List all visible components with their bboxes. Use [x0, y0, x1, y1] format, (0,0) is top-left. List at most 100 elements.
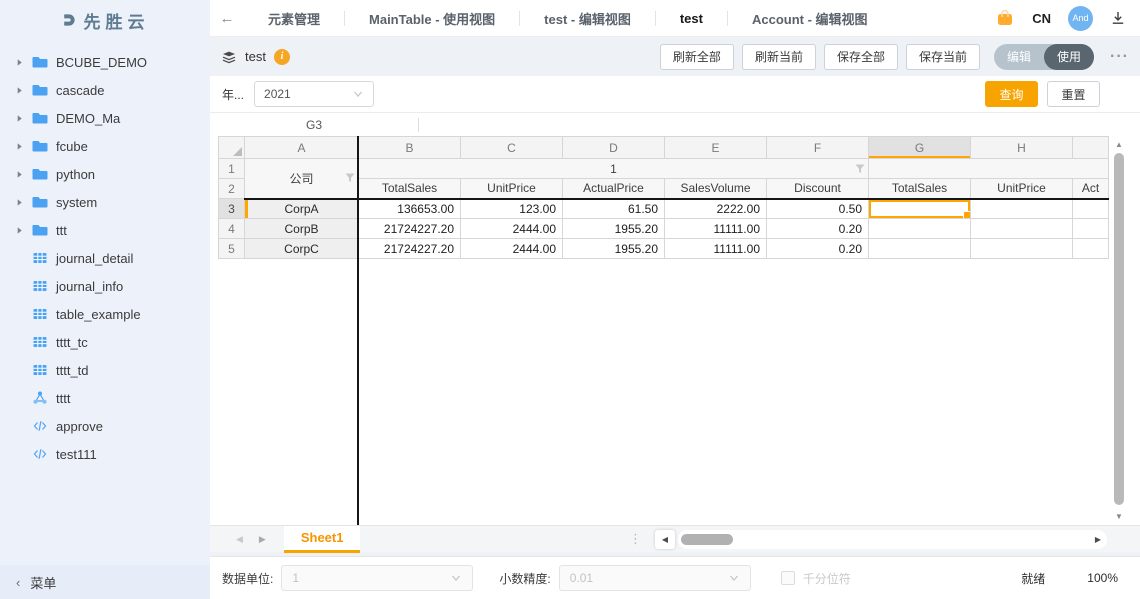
cell-reference-box[interactable]: G3 [210, 118, 418, 132]
caret-right-icon[interactable] [14, 114, 24, 123]
toggle-use[interactable]: 使用 [1044, 43, 1095, 70]
sidebar-item-approve[interactable]: approve [0, 412, 210, 440]
caret-right-icon[interactable] [14, 170, 24, 179]
field-header[interactable]: SalesVolume [664, 178, 767, 200]
sheet-prev-icon[interactable]: ◀ [236, 534, 243, 545]
back-button[interactable]: ← [210, 0, 244, 36]
row-header-5[interactable]: 5 [218, 238, 245, 259]
language-switch[interactable]: CN [1032, 11, 1051, 26]
tab-maintable-use-view[interactable]: MainTable - 使用视图 [345, 0, 519, 36]
unit-select[interactable]: 1 [281, 565, 474, 591]
drag-handle-icon[interactable]: ⋮ [629, 531, 642, 547]
caret-right-icon[interactable] [14, 86, 24, 95]
sidebar-item-journal-detail[interactable]: journal_detail [0, 244, 210, 272]
caret-right-icon[interactable] [14, 58, 24, 67]
row-header-4[interactable]: 4 [218, 218, 245, 239]
cell-company-header[interactable]: 公司 [244, 158, 359, 200]
sidebar-item-demo-ma[interactable]: DEMO_Ma [0, 104, 210, 132]
scroll-up-icon[interactable]: ▲ [1112, 137, 1126, 152]
caret-right-icon[interactable] [14, 142, 24, 151]
sidebar-item-cascade[interactable]: cascade [0, 76, 210, 104]
cell-F5[interactable]: 0.20 [766, 238, 869, 259]
cell-I5[interactable] [1072, 238, 1109, 259]
menu-collapse-button[interactable]: ‹ 菜单 [0, 565, 210, 599]
filter-funnel-icon[interactable] [345, 173, 355, 183]
cell-E3[interactable]: 2222.00 [664, 198, 767, 219]
cell-E4[interactable]: 11111.00 [664, 218, 767, 239]
horizontal-scrollbar[interactable]: ◀ ▶ [655, 526, 1107, 553]
field-header[interactable]: Discount [766, 178, 869, 200]
col-header-C[interactable]: C [460, 136, 563, 159]
cell-I3[interactable] [1072, 198, 1109, 219]
cell-D5[interactable]: 1955.20 [562, 238, 665, 259]
refresh-all-button[interactable]: 刷新全部 [659, 43, 734, 70]
sidebar-item-table-example[interactable]: table_example [0, 300, 210, 328]
search-button[interactable]: 查询 [985, 81, 1038, 107]
field-header[interactable]: TotalSales [868, 178, 971, 200]
cell-I4[interactable] [1072, 218, 1109, 239]
thousands-separator-checkbox[interactable] [780, 571, 795, 585]
refresh-current-button[interactable]: 刷新当前 [741, 43, 816, 70]
col-header-G[interactable]: G [868, 136, 971, 159]
cell-H3[interactable] [970, 198, 1073, 219]
horizontal-scroll-track[interactable]: ▶ [678, 529, 1107, 549]
cell-B5[interactable]: 21724227.20 [358, 238, 461, 259]
scroll-left-icon[interactable]: ◀ [655, 529, 675, 549]
avatar[interactable]: And [1068, 5, 1093, 31]
col-header-B[interactable]: B [358, 136, 461, 159]
cell-A4[interactable]: CorpB [244, 218, 359, 239]
sidebar-item-system[interactable]: system [0, 188, 210, 216]
row-header-3[interactable]: 3 [218, 198, 245, 219]
cell-D4[interactable]: 1955.20 [562, 218, 665, 239]
cell-F3[interactable]: 0.50 [766, 198, 869, 219]
scroll-down-icon[interactable]: ▼ [1112, 509, 1126, 524]
sheet-next-icon[interactable]: ▶ [259, 534, 266, 545]
cell-G4[interactable] [868, 218, 971, 239]
reset-button[interactable]: 重置 [1047, 81, 1100, 107]
select-all-corner[interactable] [218, 136, 245, 159]
horizontal-scroll-thumb[interactable] [681, 533, 733, 545]
sidebar-item-python[interactable]: python [0, 160, 210, 188]
cell-D3[interactable]: 61.50 [562, 198, 665, 219]
col-header-A[interactable]: A [244, 136, 359, 159]
save-all-button[interactable]: 保存全部 [823, 43, 898, 70]
col-header-F[interactable]: F [766, 136, 869, 159]
cell-G5[interactable] [868, 238, 971, 259]
col-header-H[interactable]: H [970, 136, 1073, 159]
sidebar-item-tttt[interactable]: tttt [0, 384, 210, 412]
scroll-right-icon[interactable]: ▶ [1095, 535, 1101, 544]
download-icon[interactable] [1110, 10, 1126, 26]
tab-test[interactable]: test [656, 0, 727, 36]
precision-select[interactable]: 0.01 [558, 565, 751, 591]
save-current-button[interactable]: 保存当前 [905, 43, 980, 70]
sidebar-item-tttt-td[interactable]: tttt_td [0, 356, 210, 384]
field-header[interactable]: TotalSales [358, 178, 461, 200]
sidebar-item-fcube[interactable]: fcube [0, 132, 210, 160]
cell-G3-selected[interactable] [868, 198, 971, 219]
vertical-scroll-thumb[interactable] [1114, 153, 1124, 505]
filter-funnel-icon[interactable] [855, 164, 865, 174]
sheet-tab-sheet1[interactable]: Sheet1 [283, 525, 361, 553]
info-icon[interactable]: i [273, 48, 290, 65]
tab-test-edit-view[interactable]: test - 编辑视图 [520, 0, 655, 36]
caret-right-icon[interactable] [14, 226, 24, 235]
cell-A3[interactable]: CorpA [244, 198, 359, 219]
cell-C5[interactable]: 2444.00 [460, 238, 563, 259]
cell-H5[interactable] [970, 238, 1073, 259]
col-header-E[interactable]: E [664, 136, 767, 159]
sidebar-item-tttt-tc[interactable]: tttt_tc [0, 328, 210, 356]
tab-element-manage[interactable]: 元素管理 [244, 0, 344, 36]
cell-E5[interactable]: 11111.00 [664, 238, 767, 259]
formula-input[interactable] [419, 113, 1140, 136]
cell-group-header[interactable]: 1 [358, 158, 869, 179]
more-button[interactable]: ··· [1110, 48, 1129, 64]
bag-icon[interactable] [995, 8, 1015, 28]
cell-group-header-2[interactable] [868, 158, 1109, 179]
col-header-D[interactable]: D [562, 136, 665, 159]
vertical-scrollbar[interactable]: ▲ ▼ [1112, 137, 1126, 524]
cell-B3[interactable]: 136653.00 [358, 198, 461, 219]
sidebar-item-ttt[interactable]: ttt [0, 216, 210, 244]
cell-A5[interactable]: CorpC [244, 238, 359, 259]
sidebar-item-journal-info[interactable]: journal_info [0, 272, 210, 300]
sidebar-item-test111[interactable]: test111 [0, 440, 210, 468]
